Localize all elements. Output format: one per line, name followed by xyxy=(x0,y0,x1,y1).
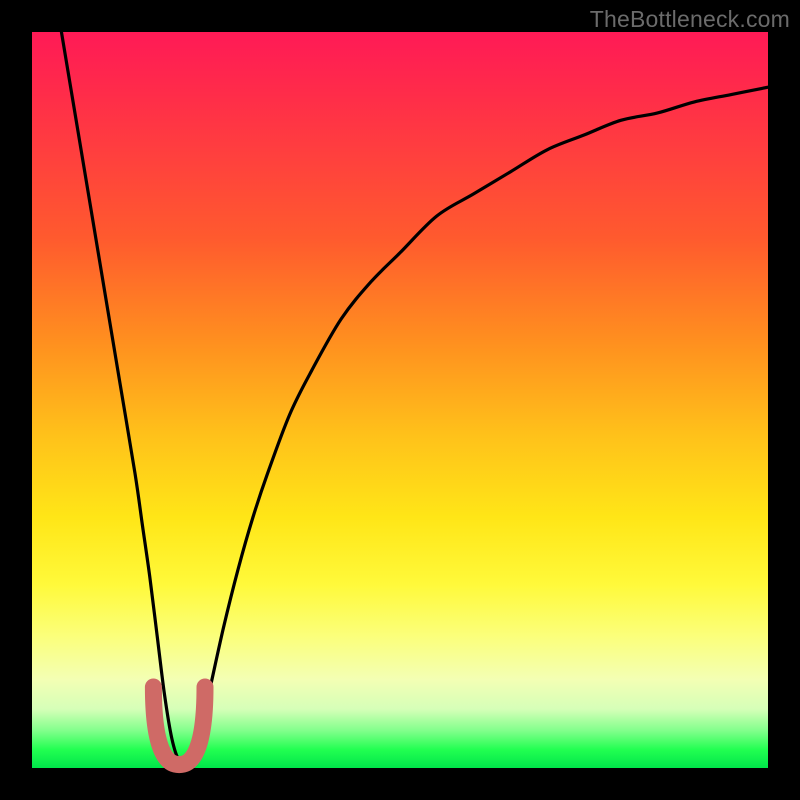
trough-marker-path xyxy=(153,687,205,765)
watermark-text: TheBottleneck.com xyxy=(590,6,790,33)
chart-frame xyxy=(32,32,768,768)
chart-svg xyxy=(32,32,768,768)
chart-curve-path xyxy=(61,32,768,763)
